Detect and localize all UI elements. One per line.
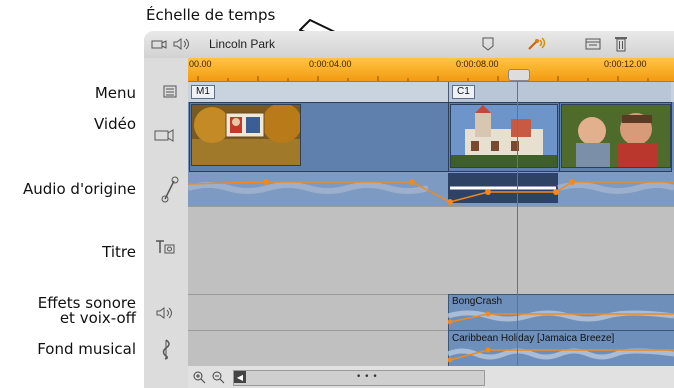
scroll-left-arrow-icon[interactable]: ◀	[234, 371, 246, 383]
playhead-line[interactable]	[517, 70, 518, 370]
zoom-in-icon[interactable]	[192, 370, 206, 384]
project-title: Lincoln Park	[209, 37, 276, 51]
ruler-tick-4: 0:00:04.00	[309, 59, 352, 69]
music-track-icon[interactable]	[158, 338, 174, 360]
camera-icon[interactable]	[150, 36, 168, 52]
menu-marker-m1[interactable]: M1	[191, 85, 215, 99]
speaker-icon[interactable]	[171, 35, 193, 53]
scrollbar-grip[interactable]: • • •	[356, 370, 378, 384]
audio-track-icon[interactable]	[160, 174, 180, 204]
menu-link-bar	[448, 82, 671, 102]
label-menu: Menu	[94, 84, 136, 102]
ruler-tick-8: 0:00:08.00	[456, 59, 499, 69]
title-track[interactable]	[188, 206, 674, 294]
video-track-icon[interactable]	[152, 126, 176, 144]
playhead-handle[interactable]	[508, 69, 530, 81]
track-divider	[188, 206, 674, 207]
menu-track-icon[interactable]	[162, 84, 178, 99]
timescale-annotation: Échelle de temps	[146, 6, 276, 24]
label-original-audio: Audio d'origine	[23, 180, 136, 198]
sfx-clip-label: BongCrash	[452, 296, 503, 307]
title-track-icon[interactable]	[153, 237, 177, 257]
video-thumbnail-park	[191, 104, 301, 166]
trash-icon[interactable]	[612, 34, 630, 53]
label-title: Titre	[102, 243, 136, 261]
sfx-track-icon[interactable]	[154, 305, 176, 321]
razor-icon[interactable]	[527, 34, 549, 54]
music-clip-label: Caribbean Holiday [Jamaica Breeze]	[452, 333, 615, 344]
video-thumbnail-building	[450, 104, 558, 168]
ruler-tick-12: 0:00:12.00	[604, 59, 647, 69]
menu-marker-c1[interactable]: C1	[452, 85, 475, 99]
ruler-tick-0: 00.00	[189, 59, 212, 69]
marker-icon[interactable]	[480, 35, 496, 53]
label-sfx-line2: et voix-off	[59, 309, 136, 327]
original-audio-waveform	[188, 173, 674, 205]
label-video: Vidéo	[93, 115, 136, 133]
ruler-ticks	[197, 76, 649, 81]
video-thumbnail-people	[561, 104, 671, 168]
label-music: Fond musical	[37, 340, 136, 358]
properties-icon[interactable]	[584, 36, 602, 52]
zoom-out-icon[interactable]	[211, 370, 225, 384]
